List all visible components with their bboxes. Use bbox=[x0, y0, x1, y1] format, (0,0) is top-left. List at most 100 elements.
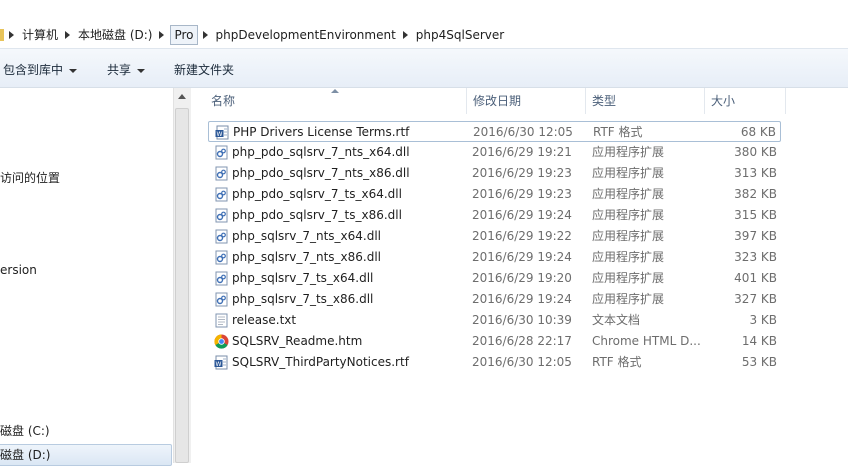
file-modified-date: 2016/6/29 19:22 bbox=[472, 229, 572, 243]
include-in-library-button[interactable]: 包含到库中 bbox=[3, 49, 78, 87]
dll-file-icon bbox=[214, 271, 229, 286]
file-modified-date: 2016/6/29 19:20 bbox=[472, 271, 572, 285]
file-row[interactable]: php_pdo_sqlsrv_7_ts_x64.dll 2016/6/29 19:… bbox=[208, 184, 781, 205]
nav-item-recent-places[interactable]: 访问的位置 bbox=[0, 170, 60, 186]
breadcrumb-arrow-icon[interactable] bbox=[402, 31, 408, 39]
file-name: php_sqlsrv_7_ts_x86.dll bbox=[232, 292, 374, 306]
file-row[interactable]: SQLSRV_Readme.htm 2016/6/28 22:17 Chrome H… bbox=[208, 331, 781, 352]
file-type: 应用程序扩展 bbox=[592, 250, 665, 264]
file-modified-date: 2016/6/28 22:17 bbox=[472, 334, 572, 348]
file-size: 68 KB bbox=[740, 125, 776, 139]
dll-file-icon bbox=[214, 292, 229, 307]
file-size: 401 KB bbox=[734, 271, 777, 285]
column-header-size[interactable]: 大小 bbox=[705, 88, 786, 114]
file-type: 应用程序扩展 bbox=[592, 208, 665, 222]
file-name: php_sqlsrv_7_ts_x64.dll bbox=[232, 271, 374, 285]
file-modified-date: 2016/6/29 19:21 bbox=[472, 145, 572, 159]
file-name: release.txt bbox=[232, 313, 297, 327]
file-type: Chrome HTML D... bbox=[592, 334, 701, 348]
breadcrumb-arrow-icon[interactable] bbox=[9, 31, 14, 39]
file-size: 323 KB bbox=[734, 250, 777, 264]
navigation-pane: 访问的位置 ersion 磁盘 (C:) 磁盘 (D:) bbox=[0, 88, 172, 466]
file-modified-date: 2016/6/29 19:23 bbox=[472, 187, 572, 201]
breadcrumb-computer[interactable]: 计算机 bbox=[20, 25, 60, 45]
column-header-type[interactable]: 类型 bbox=[586, 88, 705, 114]
file-list: 名称 修改日期 类型 大小 W PHP Drivers License Terms… bbox=[191, 88, 848, 463]
folder-icon bbox=[0, 29, 4, 41]
svg-text:W: W bbox=[216, 361, 222, 368]
breadcrumb-arrow-icon[interactable] bbox=[202, 31, 208, 39]
include-in-library-label: 包含到库中 bbox=[3, 63, 64, 77]
share-label: 共享 bbox=[107, 63, 132, 77]
file-type: 应用程序扩展 bbox=[592, 292, 665, 306]
new-folder-label: 新建文件夹 bbox=[174, 63, 235, 77]
nav-scrollbar[interactable] bbox=[173, 88, 191, 463]
share-button[interactable]: 共享 bbox=[107, 49, 146, 87]
scroll-thumb[interactable] bbox=[175, 108, 189, 463]
nav-item-version[interactable]: ersion bbox=[0, 262, 37, 278]
breadcrumb: 计算机 本地磁盘 (D:) Pro phpDevelopmentEnvironm… bbox=[0, 25, 506, 45]
file-modified-date: 2016/6/30 10:39 bbox=[472, 313, 572, 327]
file-name: PHP Drivers License Terms.rtf bbox=[233, 125, 410, 139]
file-row[interactable]: php_sqlsrv_7_nts_x86.dll 2016/6/29 19:24 应… bbox=[208, 247, 781, 268]
breadcrumb-arrow-icon[interactable] bbox=[159, 31, 165, 39]
file-name: php_pdo_sqlsrv_7_ts_x64.dll bbox=[232, 187, 402, 201]
file-type: 文本文档 bbox=[592, 313, 641, 327]
file-size: 382 KB bbox=[734, 187, 777, 201]
file-modified-date: 2016/6/29 19:24 bbox=[472, 208, 572, 222]
file-modified-date: 2016/6/30 12:05 bbox=[472, 355, 572, 369]
file-name: php_pdo_sqlsrv_7_nts_x86.dll bbox=[232, 166, 410, 180]
file-row[interactable]: release.txt 2016/6/30 10:39 文本文档 3 KB bbox=[208, 310, 781, 331]
file-type: RTF 格式 bbox=[592, 355, 642, 369]
chrome-html-icon bbox=[214, 334, 229, 349]
new-folder-button[interactable]: 新建文件夹 bbox=[174, 49, 234, 87]
file-size: 53 KB bbox=[741, 355, 777, 369]
file-size: 315 KB bbox=[734, 208, 777, 222]
file-size: 397 KB bbox=[734, 229, 777, 243]
file-row[interactable]: W PHP Drivers License Terms.rtf 2016/6/30 … bbox=[208, 121, 781, 142]
file-row[interactable]: php_sqlsrv_7_ts_x86.dll 2016/6/29 19:24 应用… bbox=[208, 289, 781, 310]
file-type: 应用程序扩展 bbox=[592, 271, 665, 285]
file-name: SQLSRV_ThirdPartyNotices.rtf bbox=[232, 355, 409, 369]
file-row[interactable]: php_pdo_sqlsrv_7_nts_x86.dll 2016/6/29 19… bbox=[208, 163, 781, 184]
column-header-name[interactable]: 名称 bbox=[205, 88, 467, 114]
breadcrumb-php-dev-env[interactable]: phpDevelopmentEnvironment bbox=[214, 25, 398, 45]
column-header-modified[interactable]: 修改日期 bbox=[467, 88, 586, 114]
svg-text:W: W bbox=[217, 131, 223, 138]
file-modified-date: 2016/6/29 19:24 bbox=[472, 250, 572, 264]
chevron-down-icon bbox=[69, 68, 78, 73]
file-row[interactable]: php_sqlsrv_7_ts_x64.dll 2016/6/29 19:20 应用… bbox=[208, 268, 781, 289]
command-toolbar: 包含到库中 共享 新建文件夹 bbox=[0, 49, 848, 88]
file-type: 应用程序扩展 bbox=[592, 229, 665, 243]
file-size: 14 KB bbox=[741, 334, 777, 348]
file-row[interactable]: php_pdo_sqlsrv_7_ts_x86.dll 2016/6/29 19:… bbox=[208, 205, 781, 226]
breadcrumb-php4sqlserver[interactable]: php4SqlServer bbox=[414, 25, 506, 45]
dll-file-icon bbox=[214, 166, 229, 181]
dll-file-icon bbox=[214, 145, 229, 160]
file-name: php_sqlsrv_7_nts_x86.dll bbox=[232, 250, 381, 264]
breadcrumb-arrow-icon[interactable] bbox=[65, 31, 71, 39]
file-modified-date: 2016/6/30 12:05 bbox=[473, 125, 573, 139]
scroll-up-arrow-icon[interactable] bbox=[178, 94, 186, 99]
rtf-document-icon: W bbox=[214, 355, 229, 370]
dll-file-icon bbox=[214, 187, 229, 202]
rtf-document-icon: W bbox=[215, 125, 230, 140]
file-size: 380 KB bbox=[734, 145, 777, 159]
file-name: php_pdo_sqlsrv_7_ts_x86.dll bbox=[232, 208, 402, 222]
chevron-down-icon bbox=[137, 68, 146, 73]
file-name: php_pdo_sqlsrv_7_nts_x64.dll bbox=[232, 145, 410, 159]
file-type: 应用程序扩展 bbox=[592, 187, 665, 201]
address-bar[interactable]: 计算机 本地磁盘 (D:) Pro phpDevelopmentEnvironm… bbox=[0, 22, 848, 49]
breadcrumb-drive-d[interactable]: 本地磁盘 (D:) bbox=[76, 25, 154, 45]
breadcrumb-pro[interactable]: Pro bbox=[170, 25, 198, 45]
file-size: 3 KB bbox=[749, 313, 777, 327]
file-size: 327 KB bbox=[734, 292, 777, 306]
file-row[interactable]: php_pdo_sqlsrv_7_nts_x64.dll 2016/6/29 19… bbox=[208, 142, 781, 163]
file-modified-date: 2016/6/29 19:23 bbox=[472, 166, 572, 180]
dll-file-icon bbox=[214, 208, 229, 223]
file-row[interactable]: W SQLSRV_ThirdPartyNotices.rtf 2016/6/30 1… bbox=[208, 352, 781, 373]
file-row[interactable]: php_sqlsrv_7_nts_x64.dll 2016/6/29 19:22 应… bbox=[208, 226, 781, 247]
text-file-icon bbox=[214, 313, 229, 328]
file-type: RTF 格式 bbox=[593, 125, 643, 139]
nav-item-drive-c[interactable]: 磁盘 (C:) bbox=[0, 423, 50, 439]
